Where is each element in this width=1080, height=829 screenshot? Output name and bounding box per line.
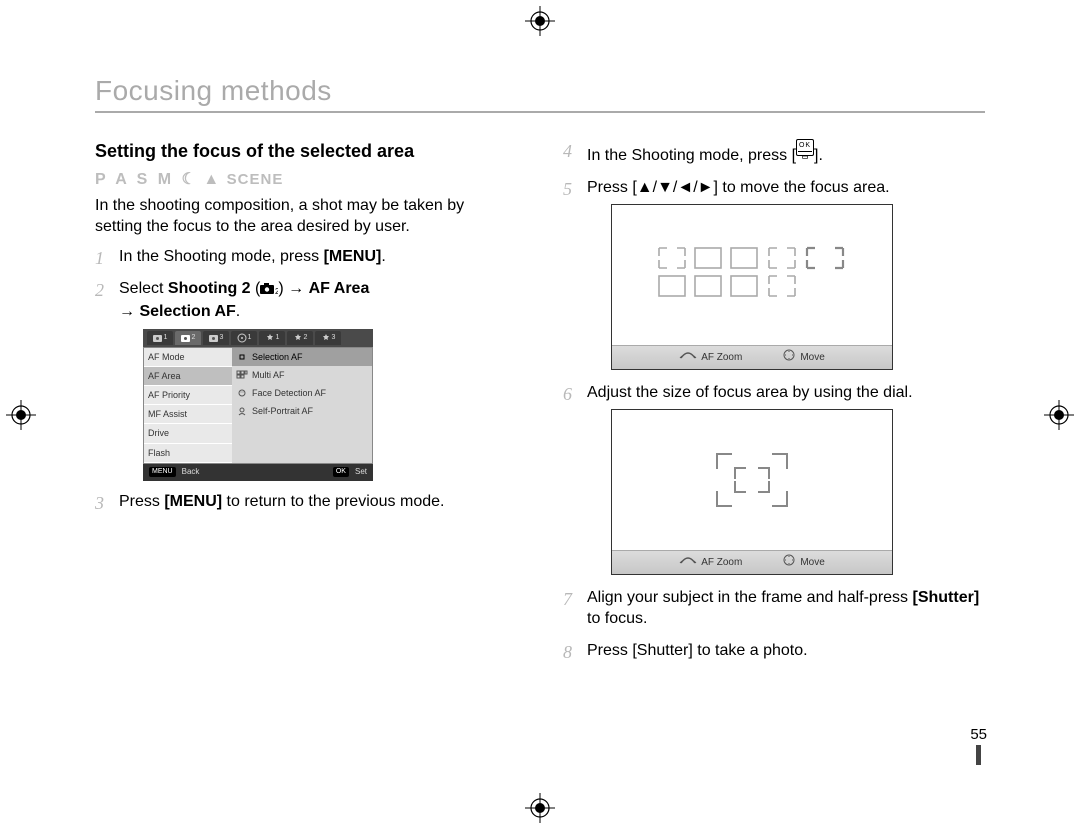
night-mode-icon: ☾: [182, 171, 196, 188]
ok-button-icon: OK▭: [796, 139, 814, 156]
menu-item-selected: AF Area: [144, 367, 232, 386]
menu-item: AF Mode: [144, 348, 232, 367]
move-label: Move: [800, 557, 824, 568]
step-number: 3: [95, 491, 104, 515]
step-number: 7: [563, 587, 572, 611]
menu-right-list: Selection AF Multi AF Face Detection AF …: [232, 348, 372, 463]
focus-area-grid-icon: [657, 246, 847, 305]
menu-item: Drive: [144, 424, 232, 443]
step-4: 4 In the Shooting mode, press [OK▭].: [563, 139, 983, 167]
section-title: Setting the focus of the selected area: [95, 139, 515, 163]
step-2: 2 Select Shooting 2 (2) → AF Area → Sele…: [95, 278, 515, 481]
menu-item: AF Priority: [144, 386, 232, 405]
face-detection-icon: [236, 388, 248, 398]
right-column: 4 In the Shooting mode, press [OK▭]. 5 P…: [563, 139, 983, 672]
menu-set-label: Set: [355, 467, 367, 478]
af-zoom-label: AF Zoom: [701, 352, 742, 363]
step-7: 7 Align your subject in the frame and ha…: [563, 587, 983, 630]
menu-tab-row: 1 2 3 1 1 2 3: [143, 329, 373, 347]
step-1: 1 In the Shooting mode, press [MENU].: [95, 246, 515, 268]
page-content: Focusing methods Setting the focus of th…: [95, 75, 995, 775]
step-5: 5 Press [▲/▼/◄/►] to move the focus area…: [563, 177, 983, 370]
af-zoom-label: AF Zoom: [701, 557, 742, 568]
registration-mark-icon: [1044, 400, 1074, 430]
focus-big-bracket-icon: [716, 453, 788, 507]
menu-option: Multi AF: [232, 366, 372, 384]
multi-af-icon: [236, 370, 248, 380]
menu-tab: 3: [203, 331, 229, 345]
landscape-mode-icon: ▲: [203, 171, 219, 188]
menu-left-list: AF Mode AF Area AF Priority MF Assist Dr…: [144, 348, 232, 463]
menu-item: MF Assist: [144, 405, 232, 424]
move-label: Move: [800, 352, 824, 363]
menu-tab-active: 2: [175, 331, 201, 345]
menu-tab: 1: [259, 331, 285, 345]
direction-arrows-icon: ▲/▼/◄/►: [637, 179, 714, 196]
intro-text: In the shooting composition, a shot may …: [95, 195, 515, 238]
menu-tab: 2: [287, 331, 313, 345]
step-number: 1: [95, 246, 104, 270]
steps-right: 4 In the Shooting mode, press [OK▭]. 5 P…: [563, 139, 983, 662]
menu-tab: 1: [147, 331, 173, 345]
menu-screenshot: 1 2 3 1 1 2 3 AF Mode AF Area: [143, 329, 373, 481]
screen-footer: AF Zoom Move: [612, 550, 892, 574]
scene-mode-label: SCENE: [227, 171, 284, 188]
menu-back-label: Back: [182, 467, 200, 478]
left-column: Setting the focus of the selected area P…: [95, 139, 515, 672]
step-6: 6 Adjust the size of focus area by using…: [563, 382, 983, 575]
page-number-bar-icon: [976, 745, 981, 765]
menu-item: Flash: [144, 444, 232, 463]
step-8: 8 Press [Shutter] to take a photo.: [563, 640, 983, 662]
lcd-screenshot-zoom: AF Zoom Move: [611, 409, 893, 575]
step-number: 2: [95, 278, 104, 302]
registration-mark-icon: [6, 400, 36, 430]
lcd-screenshot-move: AF Zoom Move: [611, 204, 893, 370]
menu-ok-button-icon: OK: [333, 467, 349, 476]
camera-2-icon: 2: [260, 280, 278, 302]
menu-option-selected: Selection AF: [232, 348, 372, 366]
dpad-icon: [782, 554, 796, 571]
step-number: 8: [563, 640, 572, 664]
step-number: 5: [563, 177, 572, 201]
menu-option: Face Detection AF: [232, 384, 372, 402]
step-number: 6: [563, 382, 572, 406]
selection-af-icon: [236, 352, 248, 362]
dial-icon: [679, 555, 697, 570]
menu-back-button-icon: MENU: [149, 467, 176, 476]
self-portrait-icon: [236, 406, 248, 416]
steps-left: 1 In the Shooting mode, press [MENU]. 2 …: [95, 246, 515, 512]
menu-footer: MENU Back OK Set: [143, 464, 373, 481]
mode-indicator-row: P A S M ☾ ▲ SCENE: [95, 169, 515, 191]
screen-footer: AF Zoom Move: [612, 345, 892, 369]
registration-mark-icon: [525, 793, 555, 823]
menu-tab: 1: [231, 331, 257, 345]
menu-tab: 3: [315, 331, 341, 345]
page-title: Focusing methods: [95, 75, 985, 113]
step-number: 4: [563, 139, 572, 163]
step-3: 3 Press [MENU] to return to the previous…: [95, 491, 515, 513]
mode-letters: P A S M: [95, 171, 174, 188]
registration-mark-icon: [525, 6, 555, 36]
dial-icon: [679, 350, 697, 365]
dpad-icon: [782, 349, 796, 366]
menu-option: Self-Portrait AF: [232, 402, 372, 420]
page-number: 55: [970, 726, 987, 765]
